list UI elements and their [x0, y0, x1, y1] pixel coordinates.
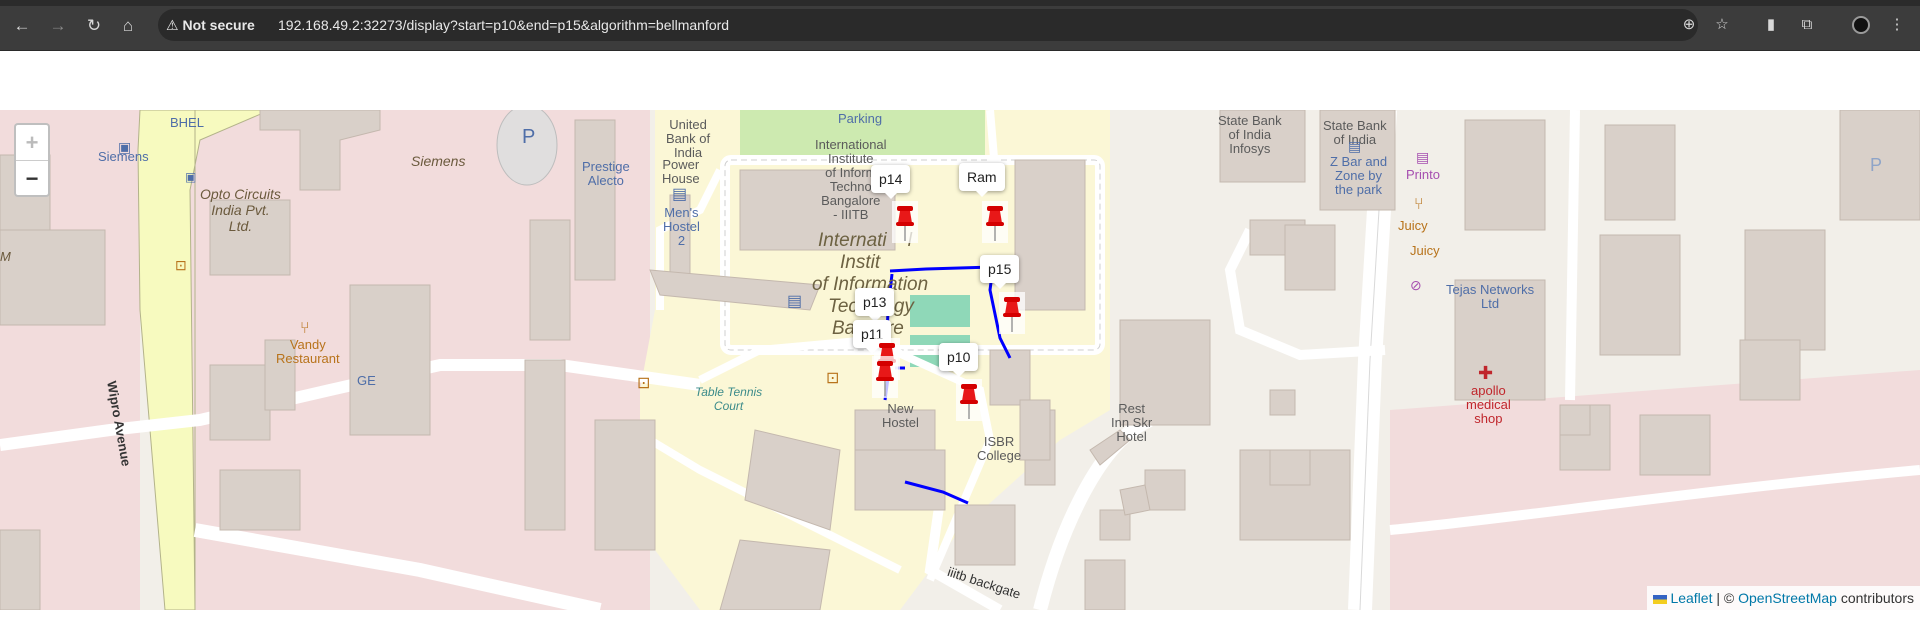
place-rest-inn: Rest Inn Skr Hotel — [1111, 401, 1153, 444]
place-siemens: Siemens — [411, 153, 466, 169]
security-label: Not secure — [182, 17, 255, 33]
parking-p-1: P — [522, 126, 536, 148]
pin-marker-p14[interactable] — [892, 201, 918, 243]
pin-marker-ram[interactable] — [982, 201, 1008, 243]
place-zbar: Z Bar and Zone by the park — [1330, 154, 1388, 197]
reload-icon[interactable]: ↻ — [82, 14, 106, 38]
drinking-icon: ⊡ — [826, 370, 840, 387]
place-juicy-1: Juicy — [1398, 218, 1428, 233]
attribution-separator: | © — [1712, 590, 1739, 606]
pin-marker-p10[interactable] — [956, 379, 982, 421]
place-tejas: Tejas Networks Ltd — [1446, 282, 1535, 311]
bar-icon: ▤ — [1348, 138, 1362, 154]
place-table-tennis: Table Tennis Court — [695, 385, 763, 413]
zoom-out-button[interactable]: − — [16, 161, 48, 196]
hostel-icon: ▤ — [787, 293, 803, 310]
extension-icon[interactable]: ▮ — [1760, 14, 1782, 36]
drinking-icon: ⊡ — [175, 257, 187, 273]
place-sbi-infosys: State Bank of India Infosys — [1218, 113, 1282, 156]
ukraine-flag-icon — [1653, 594, 1668, 604]
pitch-1 — [910, 295, 970, 327]
place-m: M — [0, 249, 11, 264]
place-bhel: BHEL — [170, 115, 204, 130]
bus-stop-icon: ▣ — [118, 139, 132, 155]
url-text[interactable]: 192.168.49.2:32273/display?start=p10&end… — [278, 9, 729, 41]
place-united-bank: United Bank of India — [666, 117, 711, 160]
warning-icon: ⚠ — [166, 17, 179, 33]
marker-tooltip-ram: Ram — [959, 163, 1005, 197]
place-juicy-2: Juicy — [1410, 243, 1440, 258]
shop-icon: ▤ — [1416, 149, 1430, 165]
marker-tooltip-p14: p14 — [871, 165, 911, 199]
place-power-house: Power House — [662, 157, 700, 186]
zoom-in-button[interactable]: + — [16, 125, 48, 161]
place-printo: Printo — [1406, 167, 1440, 182]
address-bar[interactable]: ⚠ Not secure 192.168.49.2:32273/display?… — [158, 9, 1698, 41]
place-isbr: ISBR College — [977, 434, 1022, 463]
bookmark-star-icon[interactable]: ☆ — [1711, 14, 1733, 36]
place-iiitb-campus-2: Instit — [840, 252, 881, 273]
pharmacy-icon: ✚ — [1478, 363, 1494, 383]
place-opto: Opto Circuits India Pvt. Ltd. — [200, 186, 281, 234]
zoom-icon[interactable]: ⊕ — [1678, 14, 1700, 36]
place-vandy: Vandy Restaurant — [276, 337, 340, 366]
home-icon[interactable]: ⌂ — [116, 14, 140, 38]
place-apollo: apollo medical shop — [1466, 383, 1511, 426]
leaflet-link[interactable]: Leaflet — [1670, 590, 1712, 606]
browser-toolbar: ← → ↻ ⌂ ⚠ Not secure 192.168.49.2:32273/… — [0, 0, 1920, 51]
restaurant-icon: ⑂ — [1414, 196, 1424, 213]
pin-marker-p11[interactable] — [872, 356, 898, 398]
puzzle-icon[interactable]: ⧉ — [1796, 14, 1818, 36]
restaurant-icon: ⑂ — [300, 320, 310, 337]
page-header-space — [0, 51, 1920, 110]
place-ge: GE — [357, 373, 376, 388]
pin-marker-p15[interactable] — [999, 292, 1025, 334]
marker-tooltip-p15: p15 — [980, 255, 1020, 289]
map-attribution: Leaflet | © OpenStreetMap contributors — [1647, 586, 1920, 610]
place-parking: Parking — [838, 111, 883, 126]
place-mens-hostel: Men's Hostel 2 — [663, 205, 700, 248]
map-container[interactable]: BHEL Siemens Siemens Opto Circuits India … — [0, 110, 1920, 610]
bus-stop-icon: ▣ — [185, 170, 197, 184]
security-indicator[interactable]: ⚠ Not secure — [166, 9, 255, 41]
place-prestige: Prestige Alecto — [582, 159, 630, 188]
hostel-icon: ▤ — [672, 186, 688, 203]
openstreetmap-link[interactable]: OpenStreetMap — [1738, 590, 1837, 606]
drinking-icon: ⊡ — [637, 375, 651, 392]
menu-icon[interactable]: ⋮ — [1886, 14, 1908, 36]
attribution-contributors: contributors — [1836, 590, 1914, 606]
place-new-hostel: New Hostel — [882, 401, 919, 430]
back-icon[interactable]: ← — [10, 14, 34, 38]
zoom-control: + − — [14, 123, 50, 197]
tab-strip — [0, 0, 1920, 6]
marker-tooltip-p10: p10 — [939, 343, 979, 377]
profile-avatar[interactable] — [1852, 16, 1870, 34]
marker-tooltip-p13: p13 — [855, 288, 895, 322]
forward-icon[interactable]: → — [46, 14, 70, 38]
parking-p-2: P — [1870, 155, 1883, 175]
shop-icon: ⊘ — [1410, 277, 1422, 293]
